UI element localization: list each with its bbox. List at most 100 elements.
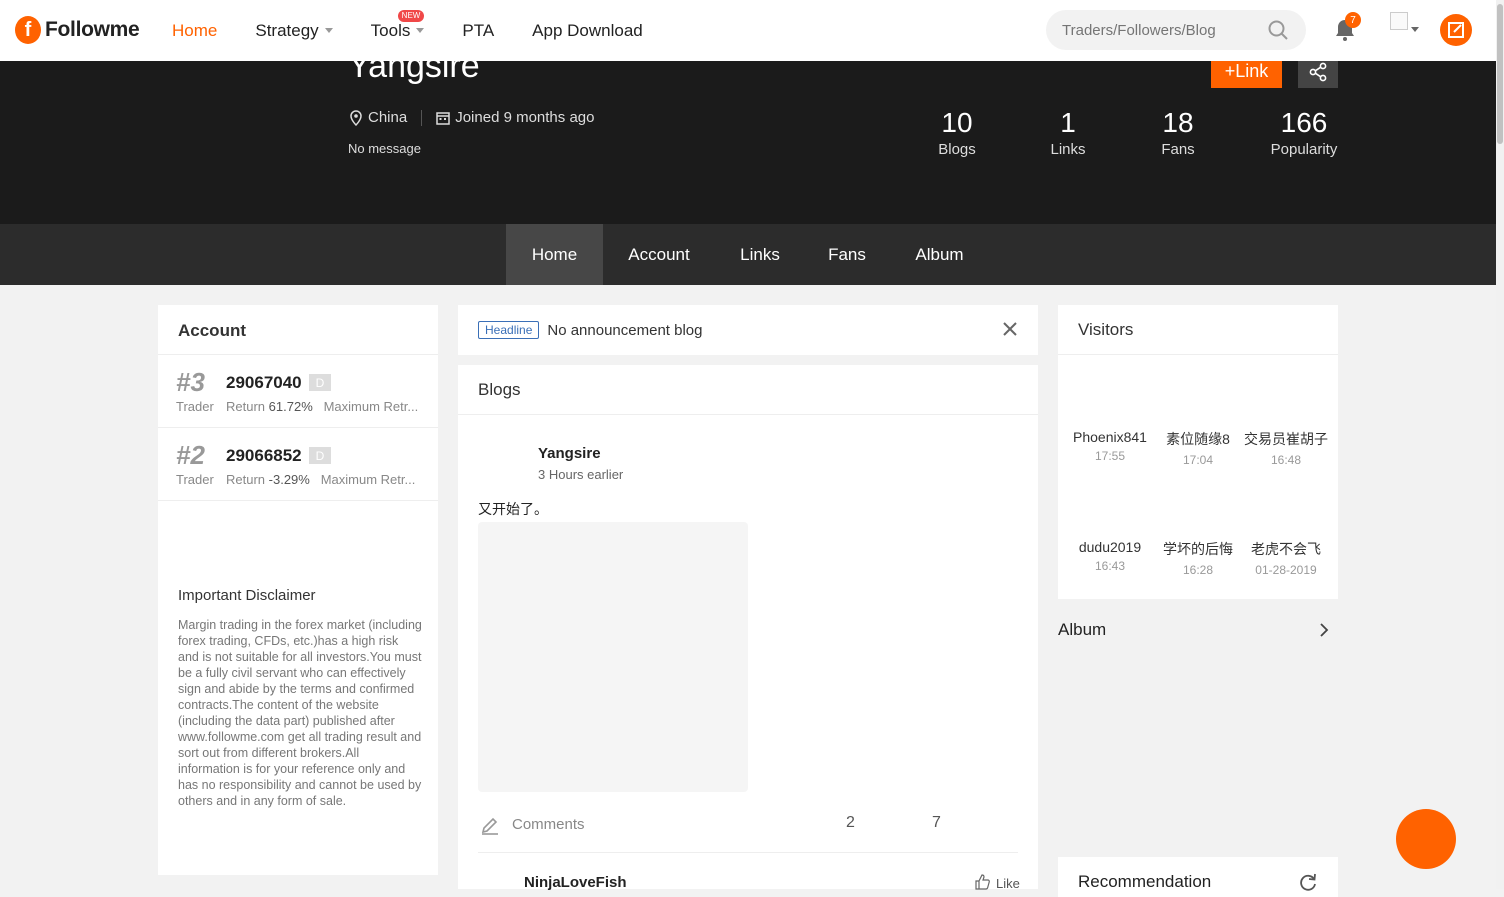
disclaimer-title: Important Disclaimer — [178, 587, 316, 604]
stat-links[interactable]: 1 Links — [1033, 107, 1103, 158]
visitor-item[interactable]: 素位随缘8 17:04 — [1153, 429, 1243, 467]
comments-label[interactable]: Comments — [512, 816, 585, 833]
account-number: 29066852 — [226, 446, 302, 465]
max-retracement-label: Maximum Retr... — [320, 472, 416, 487]
close-icon[interactable] — [1002, 321, 1018, 337]
visitor-name: Phoenix841 — [1073, 429, 1147, 445]
post-count[interactable]: 2 — [846, 814, 855, 832]
post-author[interactable]: Yangsire — [538, 445, 601, 462]
visitor-item[interactable]: Phoenix841 17:55 — [1065, 429, 1155, 463]
stat-popularity[interactable]: 166 Popularity — [1264, 107, 1344, 158]
recommendation-card: Recommendation — [1058, 857, 1338, 897]
divider — [421, 109, 423, 126]
visitor-name: 素位随缘8 — [1166, 431, 1230, 447]
visitor-time: 17:55 — [1094, 449, 1126, 463]
visitor-time: 16:43 — [1094, 559, 1126, 573]
account-number: 29067040 — [226, 373, 302, 392]
disclaimer-text: Margin trading in the forex market (incl… — [178, 618, 422, 808]
top-navbar: f Followme Home Strategy Tools NEW PTA Ap… — [0, 0, 1496, 61]
user-avatar[interactable] — [1390, 12, 1408, 30]
visitors-card: Visitors Phoenix841 17:55 素位随缘8 17:04 交易员崔… — [1058, 305, 1338, 599]
nav-pta-label: PTA — [462, 20, 495, 40]
add-link-button[interactable]: +Link — [1211, 61, 1282, 88]
album-section-header[interactable]: Album — [1058, 620, 1338, 644]
chevron-right-icon[interactable] — [1318, 622, 1330, 638]
stat-value: 18 — [1162, 107, 1194, 138]
nav-home[interactable]: Home — [172, 21, 217, 41]
edit-icon — [1448, 22, 1464, 38]
calendar-icon — [436, 111, 450, 125]
post-time: 3 Hours earlier — [538, 467, 624, 482]
account-type-tag: D — [309, 447, 331, 464]
chevron-down-icon — [324, 28, 333, 33]
followme-logo[interactable]: f Followme — [15, 15, 140, 45]
visitors-title: Visitors — [1058, 305, 1338, 355]
account-stats: Return -3.29% Maximum Retr... — [226, 472, 426, 487]
stat-fans[interactable]: 18 Fans — [1143, 107, 1213, 158]
main-nav: Home Strategy Tools NEW PTA App Download — [172, 0, 681, 61]
nav-pta[interactable]: PTA — [462, 21, 494, 41]
thumbs-up-icon[interactable] — [975, 874, 991, 890]
nav-tools[interactable]: Tools NEW — [371, 9, 425, 41]
nav-app-download-label: App Download — [532, 20, 643, 40]
visitor-time: 16:48 — [1270, 453, 1302, 467]
search-input[interactable] — [1062, 21, 1262, 39]
stat-value: 10 — [941, 107, 973, 138]
comment-icon[interactable] — [480, 815, 500, 835]
profile-tabs: Home Account Links Fans Album — [0, 224, 1496, 285]
new-badge: NEW — [397, 9, 425, 22]
stat-value: 166 — [1280, 107, 1328, 138]
floating-action-button[interactable] — [1396, 809, 1456, 869]
tab-fans[interactable]: Fans — [815, 224, 879, 285]
account-type-tag: D — [309, 374, 331, 391]
visitor-time: 17:04 — [1182, 453, 1214, 467]
tab-account[interactable]: Account — [614, 224, 704, 285]
visitor-item[interactable]: dudu2019 16:43 — [1065, 539, 1155, 573]
visitor-item[interactable]: 老虎不会飞 01-28-2019 — [1241, 539, 1331, 577]
reply-author[interactable]: NinjaLoveFish — [524, 874, 627, 891]
account-stats: Return 61.72% Maximum Retr... — [226, 399, 426, 414]
return-value: 61.72% — [268, 399, 313, 414]
blogs-card: Blogs Yangsire 3 Hours earlier 又开始了。 Com… — [458, 365, 1038, 891]
stat-blogs[interactable]: 10 Blogs — [922, 107, 992, 158]
headline-text: No announcement blog — [547, 321, 703, 339]
tab-home[interactable]: Home — [506, 224, 603, 285]
scrollbar-thumb[interactable] — [1497, 4, 1503, 144]
search-icon[interactable] — [1268, 20, 1288, 40]
visitor-name: 交易员崔胡子 — [1244, 431, 1328, 447]
logo-f-icon: f — [15, 16, 41, 44]
profile-location: China — [368, 109, 408, 126]
post-count[interactable]: 7 — [932, 814, 941, 832]
max-retracement-label: Maximum Retr... — [323, 399, 419, 414]
return-label: Return — [226, 399, 266, 414]
stat-label: Popularity — [1270, 141, 1338, 158]
refresh-icon[interactable] — [1298, 872, 1318, 892]
stat-label: Blogs — [938, 141, 976, 158]
chevron-down-icon — [416, 28, 425, 33]
chevron-down-icon[interactable] — [1411, 27, 1419, 32]
write-button[interactable] — [1440, 14, 1472, 46]
album-label: Album — [1058, 620, 1107, 639]
headline-card: Headline No announcement blog — [458, 305, 1038, 355]
account-rank: #3 — [176, 367, 205, 397]
visitor-time: 01-28-2019 — [1255, 563, 1317, 577]
nav-strategy[interactable]: Strategy — [255, 21, 333, 41]
account-role: Trader — [176, 399, 214, 414]
share-button[interactable] — [1298, 61, 1338, 88]
account-row[interactable]: #2 Trader 29066852 D Return -3.29% Maxim… — [158, 428, 438, 501]
nav-app-download[interactable]: App Download — [532, 21, 643, 41]
visitor-item[interactable]: 学坏的后悔 16:28 — [1153, 539, 1243, 577]
visitor-name: 学坏的后悔 — [1163, 541, 1233, 557]
blogs-title: Blogs — [458, 365, 1038, 415]
tab-album[interactable]: Album — [902, 224, 977, 285]
post-image[interactable] — [478, 522, 748, 792]
profile-hero: Yangsire China Joined 9 months ago No me… — [0, 61, 1496, 224]
account-row[interactable]: #3 Trader 29067040 D Return 61.72% Maxim… — [158, 355, 438, 428]
stat-value: 1 — [1060, 107, 1076, 138]
post-text[interactable]: 又开始了。 — [478, 499, 548, 519]
location-pin-icon — [350, 109, 362, 126]
visitor-item[interactable]: 交易员崔胡子 16:48 — [1241, 429, 1331, 467]
tab-links[interactable]: Links — [725, 224, 795, 285]
profile-message: No message — [348, 141, 421, 156]
post-actions: Comments 2 7 — [478, 813, 1018, 853]
